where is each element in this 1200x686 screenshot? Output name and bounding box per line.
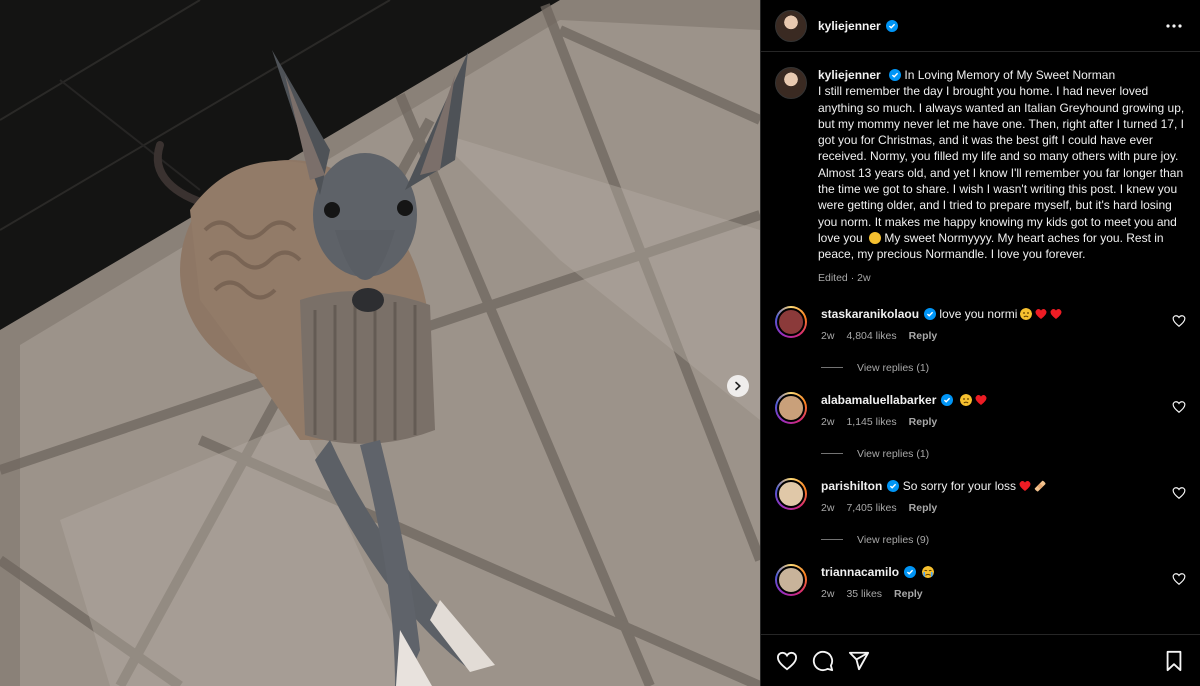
comment-text-line: parishilton So sorry for your loss — [821, 478, 1186, 494]
avatar[interactable] — [775, 9, 807, 42]
commenter-username[interactable]: alabamaluellabarker — [821, 393, 936, 407]
red-heart-emoji-icon — [1019, 480, 1031, 491]
comment-age: 2w — [821, 329, 835, 342]
comment-meta: 2w 1,145 likes Reply — [821, 416, 1186, 428]
heart-outline-icon — [776, 651, 798, 670]
sad-face-emoji-icon — [1020, 307, 1033, 320]
reply-button[interactable]: Reply — [909, 416, 938, 428]
chevron-right-icon — [735, 381, 741, 391]
verified-badge-icon — [904, 565, 917, 578]
sad-face-emoji-icon — [869, 231, 882, 244]
share-button[interactable] — [847, 649, 871, 673]
replies-divider — [821, 367, 843, 369]
commenter-avatar[interactable] — [775, 305, 807, 338]
more-horizontal-icon — [1166, 23, 1182, 28]
comment-meta: 2w 35 likes Reply — [821, 588, 1186, 600]
comment-like-heart-icon[interactable] — [1172, 486, 1186, 500]
view-replies-label: View replies (1) — [857, 361, 930, 374]
comment-age: 2w — [821, 415, 835, 428]
verified-badge-icon — [941, 393, 954, 406]
comment-item: triannacamilo 2w 35 likes Reply — [775, 563, 1186, 600]
caption-title: In Loving Memory of My Sweet Norman — [904, 68, 1116, 82]
comment-text-line: alabamaluellabarker — [821, 392, 1186, 408]
comment-item: alabamaluellabarker 2w 1,145 likes Reply… — [775, 391, 1186, 460]
comment-age: 2w — [821, 587, 835, 600]
verified-badge-icon — [924, 307, 937, 320]
view-replies-button[interactable]: View replies (1) — [821, 362, 1186, 374]
comment-button[interactable] — [811, 649, 835, 673]
comment-text: So sorry for your loss — [902, 478, 1017, 493]
comment-meta: 2w 4,804 likes Reply — [821, 330, 1186, 342]
view-replies-button[interactable]: View replies (9) — [821, 534, 1186, 546]
caption-username[interactable]: kyliejenner — [818, 68, 881, 82]
crying-face-emoji-icon — [922, 565, 935, 578]
comment-like-heart-icon[interactable] — [1172, 400, 1186, 414]
edited-timestamp: Edited · 2w — [818, 271, 871, 284]
comment-item: parishilton So sorry for your loss 2w 7,… — [775, 477, 1186, 546]
commenter-avatar[interactable] — [775, 563, 807, 596]
dog-photo — [0, 0, 760, 686]
like-button[interactable] — [775, 649, 799, 673]
more-options-button[interactable] — [1162, 14, 1186, 38]
commenter-username[interactable]: parishilton — [821, 479, 882, 493]
sad-face-emoji-icon — [959, 393, 972, 406]
post-media[interactable] — [0, 0, 760, 686]
post-actions-bar — [761, 634, 1200, 686]
verified-badge-icon — [889, 69, 902, 81]
author-username[interactable]: kyliejenner — [818, 19, 881, 33]
red-heart-emoji-icon — [975, 394, 987, 405]
save-button[interactable] — [1162, 649, 1186, 673]
comment-icon — [812, 650, 834, 671]
verified-badge-icon — [885, 19, 898, 32]
commenter-username[interactable]: staskaranikolaou — [821, 307, 919, 321]
caption-body: I still remember the day I brought you h… — [818, 84, 1185, 245]
red-heart-emoji-icon — [1050, 308, 1062, 319]
caption-text: kyliejenner In Loving Memory of My Sweet… — [818, 67, 1186, 263]
commenter-username[interactable]: triannacamilo — [821, 565, 899, 579]
comment-like-heart-icon[interactable] — [1172, 314, 1186, 328]
comment-text-line: triannacamilo — [821, 564, 1186, 580]
reply-button[interactable]: Reply — [909, 330, 938, 342]
avatar[interactable] — [775, 67, 807, 99]
view-replies-label: View replies (1) — [857, 447, 930, 460]
comment-age: 2w — [821, 501, 835, 514]
comments-scroll-area[interactable]: kyliejenner In Loving Memory of My Sweet… — [761, 53, 1200, 634]
replies-divider — [821, 539, 843, 541]
comment-likes[interactable]: 7,405 likes — [846, 502, 896, 514]
next-image-button[interactable] — [727, 375, 749, 397]
verified-badge-icon — [887, 479, 900, 492]
comment-likes[interactable]: 35 likes — [846, 588, 882, 600]
bandage-emoji-icon — [1034, 480, 1046, 492]
comment-text: love you normi — [939, 306, 1018, 321]
comment-list: staskaranikolaou love you normi 2w 4,804… — [775, 305, 1186, 600]
red-heart-emoji-icon — [1035, 308, 1047, 319]
view-replies-button[interactable]: View replies (1) — [821, 448, 1186, 460]
paper-plane-icon — [848, 651, 870, 670]
view-replies-label: View replies (9) — [857, 533, 930, 546]
replies-divider — [821, 453, 843, 455]
comment-item: staskaranikolaou love you normi 2w 4,804… — [775, 305, 1186, 374]
comment-likes[interactable]: 1,145 likes — [846, 416, 896, 428]
post-header: kyliejenner — [761, 0, 1200, 52]
reply-button[interactable]: Reply — [894, 588, 923, 600]
comment-text-line: staskaranikolaou love you normi — [821, 306, 1186, 322]
commenter-avatar[interactable] — [775, 477, 807, 510]
comment-like-heart-icon[interactable] — [1172, 572, 1186, 586]
post-caption: kyliejenner In Loving Memory of My Sweet… — [775, 67, 1186, 284]
post-sidebar: kyliejenner kyliejenner In Loving Memory… — [760, 0, 1200, 686]
bookmark-icon — [1166, 650, 1182, 671]
commenter-avatar[interactable] — [775, 391, 807, 424]
comment-meta: 2w 7,405 likes Reply — [821, 502, 1186, 514]
comment-likes[interactable]: 4,804 likes — [846, 330, 896, 342]
reply-button[interactable]: Reply — [909, 502, 938, 514]
